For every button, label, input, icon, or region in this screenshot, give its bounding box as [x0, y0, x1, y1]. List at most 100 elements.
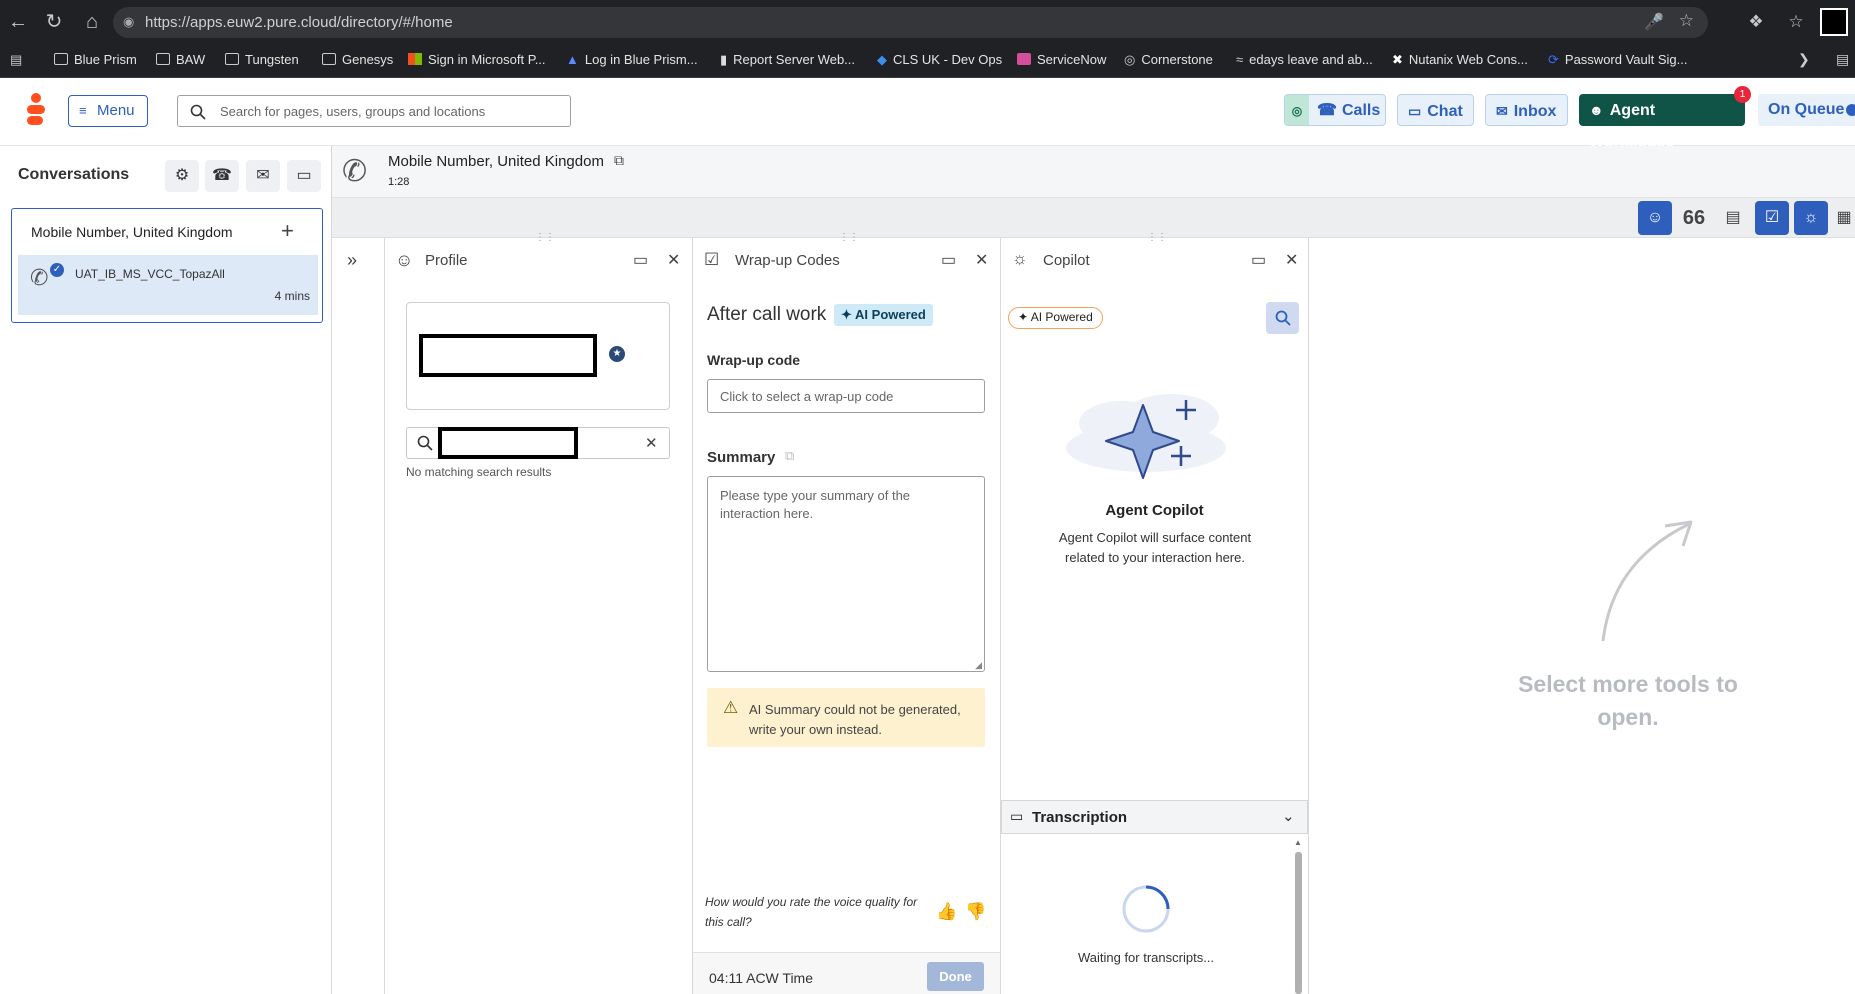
- menu-label: Menu: [97, 102, 135, 119]
- new-call-button[interactable]: ☎: [205, 160, 239, 192]
- bookmark-item[interactable]: ⟳ Password Vault Sig...: [1548, 52, 1688, 68]
- search-placeholder: Search for pages, users, groups and loca…: [220, 104, 486, 119]
- schedule-tool-button[interactable]: ▦: [1833, 201, 1855, 235]
- drag-handle-icon[interactable]: ⋮⋮: [1147, 232, 1167, 243]
- copy-icon[interactable]: ⧉: [614, 152, 624, 169]
- scroll-up-icon[interactable]: ▲: [1294, 838, 1302, 847]
- drag-handle-icon[interactable]: ⋮⋮: [535, 232, 555, 243]
- bookmark-item[interactable]: ◆ CLS UK - Dev Ops: [877, 52, 1002, 68]
- bookmark-item[interactable]: Genesys: [322, 52, 393, 67]
- notes-tool-button[interactable]: ▤: [1716, 201, 1750, 235]
- document-icon: ▤: [1725, 209, 1741, 226]
- wrapup-code-select[interactable]: Click to select a wrap-up code: [707, 379, 985, 413]
- select-tools-hint: Select more tools to open.: [1518, 671, 1738, 730]
- other-bookmarks-icon[interactable]: ▤: [1836, 51, 1849, 68]
- pop-out-icon[interactable]: ▭: [633, 250, 648, 270]
- pop-out-icon[interactable]: ▭: [1251, 250, 1266, 270]
- home-icon[interactable]: ⌂: [80, 10, 104, 34]
- hamburger-icon: ≡: [79, 103, 87, 118]
- extensions-icon[interactable]: ❖: [1744, 10, 1768, 34]
- profile-avatar[interactable]: [1820, 8, 1848, 36]
- bookmark-item[interactable]: ✖ Nutanix Web Cons...: [1392, 52, 1528, 68]
- clipboard-icon: ☑: [704, 250, 720, 269]
- reload-icon[interactable]: ↻: [42, 10, 66, 34]
- status-label: On Queue: [1768, 101, 1845, 118]
- chat-button[interactable]: ▭ Chat: [1397, 94, 1474, 126]
- done-button[interactable]: Done: [927, 962, 984, 991]
- clear-icon[interactable]: ✕: [645, 434, 658, 452]
- bookmark-item[interactable]: ▮ Report Server Web...: [720, 52, 855, 68]
- url-text: https://apps.euw2.pure.cloud/directory/#…: [145, 14, 453, 31]
- transcription-label: Transcription: [1032, 809, 1128, 826]
- clipboard-check-icon: ☑: [1764, 209, 1780, 226]
- copilot-tool-button[interactable]: ☼: [1794, 201, 1828, 235]
- bookmark-item[interactable]: ≈ edays leave and ab...: [1236, 52, 1373, 67]
- tools-toolbar: ☺ 66 ▤ ☑ ☼ ▦: [332, 198, 1855, 238]
- profile-tool-button[interactable]: ☺: [1638, 201, 1672, 235]
- conversation-item[interactable]: ✆ ✓ UAT_IB_MS_VCC_TopazAll 4 mins: [18, 255, 318, 315]
- copilot-description: Agent Copilot will surface content relat…: [1058, 530, 1252, 565]
- conversation-item-name: UAT_IB_MS_VCC_TopazAll: [75, 267, 225, 281]
- transcription-scrollbar[interactable]: ▲: [1294, 838, 1303, 994]
- phone-icon: ☎: [1317, 102, 1337, 119]
- copilot-search-button[interactable]: [1266, 302, 1299, 334]
- menu-button[interactable]: ≡ Menu: [68, 95, 148, 127]
- bookmark-item[interactable]: ◎ Cornerstone: [1124, 52, 1213, 68]
- thumbs-down-icon[interactable]: 👎: [965, 902, 986, 922]
- bookmarks-bar: ▤ Blue Prism BAW Tungsten Genesys Sign i…: [0, 44, 1855, 78]
- pop-out-icon[interactable]: ▭: [941, 250, 956, 270]
- bookmark-overflow-icon[interactable]: ▤: [10, 52, 22, 68]
- global-search-input[interactable]: Search for pages, users, groups and loca…: [177, 95, 571, 127]
- calls-button[interactable]: ◎ ☎ Calls: [1284, 94, 1386, 126]
- bookmark-item[interactable]: Blue Prism: [54, 52, 137, 67]
- close-icon[interactable]: ✕: [975, 250, 988, 270]
- scrollbar-thumb[interactable]: [1295, 852, 1302, 994]
- favorites-icon[interactable]: ☆: [1784, 10, 1808, 34]
- warning-text: AI Summary could not be generated, write…: [749, 702, 961, 737]
- bookmark-label: edays leave and ab...: [1249, 52, 1373, 67]
- bookmark-label: Genesys: [342, 52, 394, 67]
- drag-handle-icon[interactable]: ⋮⋮: [839, 232, 859, 243]
- transcription-header[interactable]: ▭ Transcription ⌄: [1001, 800, 1308, 834]
- wrapup-code-label: Wrap-up code: [707, 352, 801, 368]
- calls-label: Calls: [1342, 102, 1381, 119]
- close-icon[interactable]: ✕: [667, 250, 680, 270]
- thumbs-up-icon[interactable]: 👍: [936, 902, 957, 922]
- status-button[interactable]: On Queue: [1758, 94, 1855, 126]
- calendar-icon: ▦: [1836, 209, 1852, 226]
- agent-workspace-button[interactable]: ☻ Agent Workspace 1: [1579, 86, 1751, 151]
- profile-panel: ☺ Profile ⋮⋮ ▭ ✕ ★ ✕ No matching search …: [385, 232, 693, 994]
- conversation-card[interactable]: Mobile Number, United Kingdom + ✆ ✓ UAT_…: [11, 208, 323, 323]
- profile-search-input[interactable]: ✕: [406, 427, 670, 459]
- settings-button[interactable]: ⚙: [165, 160, 199, 192]
- check-icon: ✓: [50, 263, 64, 277]
- add-participant-icon[interactable]: +: [281, 218, 294, 244]
- star-icon[interactable]: ☆: [1679, 11, 1694, 31]
- search-icon: [190, 104, 206, 120]
- bookmark-item[interactable]: ▲ Log in Blue Prism...: [566, 52, 698, 67]
- chevron-down-icon[interactable]: ⌄: [1282, 807, 1295, 825]
- bookmark-item[interactable]: ServiceNow: [1017, 52, 1106, 67]
- expand-icon[interactable]: »: [347, 250, 357, 271]
- new-chat-button[interactable]: ▭: [287, 160, 321, 192]
- scripts-tool-button[interactable]: 66: [1677, 201, 1711, 235]
- acw-time: 04:11 ACW Time: [709, 970, 814, 986]
- bookmark-item[interactable]: Sign in Microsoft P...: [408, 52, 546, 67]
- chevron-right-icon[interactable]: ❯: [1798, 51, 1810, 68]
- new-email-button[interactable]: ✉: [246, 160, 280, 192]
- phone-icon: ✆: [30, 265, 49, 290]
- copy-icon[interactable]: ⧉: [785, 448, 794, 464]
- summary-textarea[interactable]: Please type your summary of the interact…: [707, 476, 985, 672]
- genesys-logo[interactable]: [24, 92, 48, 126]
- back-icon[interactable]: ←: [6, 10, 30, 34]
- bookmark-item[interactable]: BAW: [156, 52, 205, 67]
- resize-handle-icon[interactable]: ◢: [975, 660, 982, 671]
- address-bar[interactable]: ◉ https://apps.euw2.pure.cloud/directory…: [113, 7, 1708, 38]
- folder-icon: [54, 53, 68, 65]
- wrapup-tool-button[interactable]: ☑: [1755, 201, 1789, 235]
- inbox-button[interactable]: ✉ Inbox: [1485, 94, 1568, 126]
- close-icon[interactable]: ✕: [1285, 250, 1298, 270]
- mic-icon[interactable]: 🎤: [1644, 12, 1664, 32]
- ai-badge-label: AI Powered: [855, 307, 926, 322]
- bookmark-item[interactable]: Tungsten: [225, 52, 299, 67]
